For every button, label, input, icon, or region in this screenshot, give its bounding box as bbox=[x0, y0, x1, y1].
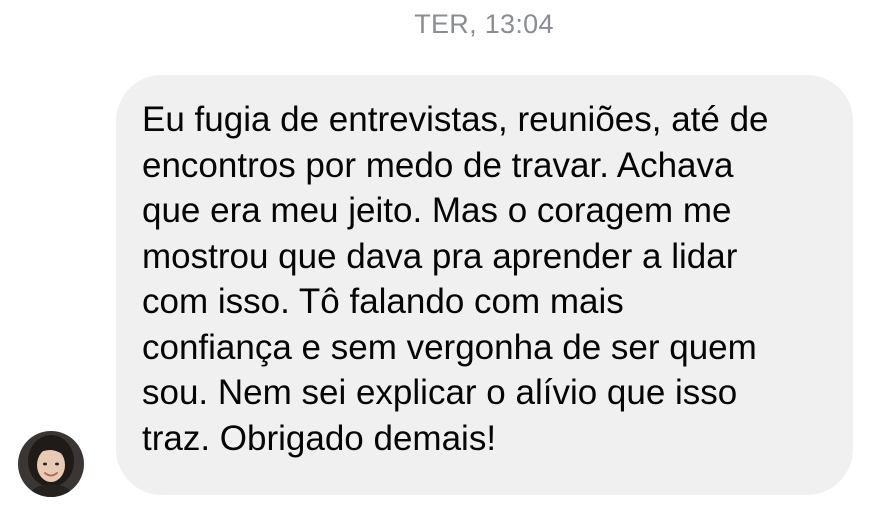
user-avatar-icon bbox=[18, 431, 84, 497]
message-bubble[interactable]: Eu fugia de entrevistas, reuniões, até d… bbox=[116, 75, 853, 495]
message-timestamp: TER, 13:04 bbox=[414, 9, 554, 39]
message-text: Eu fugia de entrevistas, reuniões, até d… bbox=[142, 100, 769, 458]
sender-avatar[interactable] bbox=[18, 431, 84, 497]
